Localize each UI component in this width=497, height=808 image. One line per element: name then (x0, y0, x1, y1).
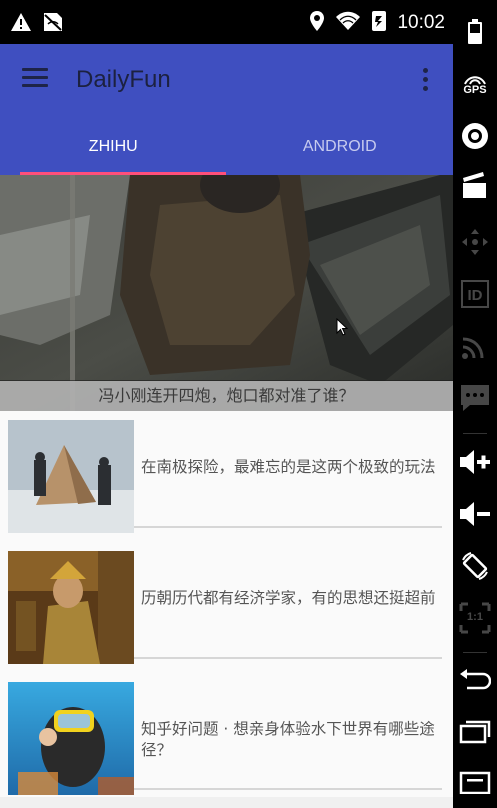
camera-icon[interactable] (453, 116, 497, 156)
gps-label: GPS (463, 84, 487, 96)
toolbar-divider (463, 433, 487, 434)
scale-icon[interactable]: 1:1 (453, 598, 497, 638)
recent-apps-icon[interactable] (453, 712, 497, 752)
scale-label: 1:1 (467, 611, 483, 623)
next-item-peek (0, 797, 453, 808)
list-item[interactable]: 在南极探险，最难忘的是这两个极致的玩法 (8, 411, 442, 533)
item-title: 在南极探险，最难忘的是这两个极致的玩法 (141, 458, 436, 476)
list-item[interactable]: 历朝历代都有经济学家，有的思想还挺超前 (8, 542, 442, 664)
app-bar: DailyFun ZHIHU ANDROID (0, 44, 453, 175)
dpad-icon[interactable] (453, 222, 497, 262)
tab-zhihu[interactable]: ZHIHU (0, 130, 227, 175)
warning-icon (10, 12, 32, 36)
back-icon[interactable] (453, 660, 497, 700)
battery-icon[interactable] (453, 12, 497, 52)
tab-android[interactable]: ANDROID (227, 130, 454, 175)
app-title: DailyFun (76, 66, 171, 93)
id-icon[interactable]: ID (453, 274, 497, 314)
signal-icon (371, 10, 387, 36)
volume-down-icon[interactable] (453, 494, 497, 534)
volume-up-icon[interactable] (453, 442, 497, 482)
hero-caption: 冯小刚连开四炮，炮口都对准了谁？ (0, 381, 453, 411)
status-time: 10:02 (397, 12, 445, 33)
more-vert-icon[interactable] (418, 68, 432, 94)
hero-image (0, 175, 453, 411)
scuba-diver-photo (8, 682, 134, 795)
device-screen: 10:02 DailyFun ZHIHU ANDROID 冯小刚连开四炮，炮口都… (0, 0, 453, 808)
video-icon[interactable] (453, 166, 497, 206)
hero-banner[interactable]: 冯小刚连开四炮，炮口都对准了谁？ (0, 175, 453, 411)
list-item[interactable]: 知乎好问题 · 想亲身体验水下世界有哪些途径？ (8, 673, 442, 795)
item-title: 历朝历代都有经济学家，有的思想还挺超前 (141, 589, 436, 607)
svg-text:ID: ID (468, 287, 483, 304)
toolbar-divider (463, 652, 487, 653)
ancient-emperor-photo (8, 551, 134, 664)
home-icon[interactable] (453, 762, 497, 802)
status-bar: 10:02 (0, 0, 453, 44)
hamburger-menu-icon[interactable] (22, 68, 48, 90)
location-icon (309, 10, 325, 36)
mouse-cursor-icon (336, 317, 349, 340)
rotate-icon[interactable] (453, 546, 497, 586)
antarctica-tent-photo (8, 420, 134, 533)
cast-icon[interactable] (453, 326, 497, 366)
wifi-icon (335, 11, 361, 35)
emulator-toolbar: GPS ID 1:1 (453, 0, 497, 808)
tab-bar: ZHIHU ANDROID (0, 130, 453, 175)
sms-icon[interactable] (453, 378, 497, 418)
item-title: 知乎好问题 · 想亲身体验水下世界有哪些途径？ (141, 720, 435, 759)
no-sim-icon (42, 12, 64, 36)
gps-icon[interactable]: GPS (453, 64, 497, 104)
